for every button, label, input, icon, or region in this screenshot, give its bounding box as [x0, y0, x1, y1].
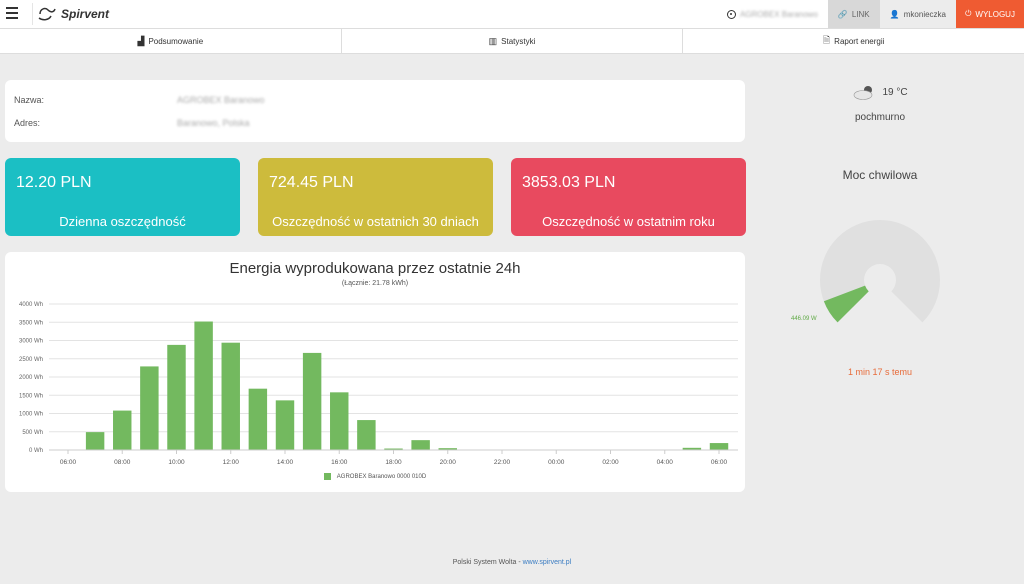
logout-label: WYLOGUJ: [975, 9, 1015, 19]
stat-label: Oszczędność w ostatnich 30 dniach: [272, 214, 479, 229]
logout-button[interactable]: ⏻ WYLOGUJ: [956, 0, 1024, 28]
bar-chart-icon: ▥: [488, 35, 498, 46]
stat-label: Dzienna oszczędność: [59, 214, 186, 229]
menu-icon[interactable]: [6, 7, 18, 21]
chart-bar: [85, 432, 105, 450]
tab-label: Podsumowanie: [148, 36, 204, 46]
daily-savings-card: 12.20 PLN Dzienna oszczędność: [5, 158, 240, 236]
x-tick-label: 02:00: [602, 459, 619, 466]
gauge-title: Moc chwilowa: [842, 168, 918, 182]
x-tick-label: 06:00: [711, 459, 728, 466]
footer: Polski System Wolta - www.spirvent.pl: [0, 559, 1024, 566]
station-name: AGROBEX Baranowo: [739, 9, 818, 19]
y-tick-label: 2500 Wh: [19, 357, 43, 363]
weather-description: pochmurno: [854, 112, 906, 123]
y-tick-label: 2000 Wh: [19, 375, 43, 381]
energy-bar-chart: 0 Wh 500 Wh 1000 Wh 1500 Wh 2000 Wh 2500 Wh 30…: [19, 302, 738, 466]
station-icon: [726, 9, 736, 19]
x-tick-label: 14:00: [277, 459, 294, 466]
chart-bar: [248, 388, 268, 450]
chart-bar: [275, 400, 295, 450]
station-info-card: Nazwa: AGROBEX Baranowo Adres: Baranowo,…: [5, 80, 745, 142]
yearly-savings-card: 3853.03 PLN Oszczędność w ostatnim roku: [511, 158, 746, 236]
address-label: Adres:: [14, 118, 41, 128]
tab-label: Raport energii: [834, 36, 885, 46]
stat-value: 12.20 PLN: [16, 174, 92, 191]
chart-bar: [357, 420, 376, 450]
energy-chart-card: Energia wyprodukowana przez ostatnie 24h…: [5, 252, 745, 492]
stat-label: Oszczędność w ostatnim roku: [542, 214, 715, 229]
x-tick-label: 12:00: [223, 459, 240, 466]
chart-bar: [113, 410, 132, 450]
logo[interactable]: Spirvent: [32, 3, 109, 25]
gauge-updated: 1 min 17 s temu: [847, 367, 913, 377]
y-tick-label: 3500 Wh: [19, 320, 43, 326]
power-icon: ⏻: [965, 9, 972, 18]
x-tick-label: 20:00: [440, 459, 457, 466]
x-tick-label: 22:00: [494, 459, 511, 466]
x-tick-label: 18:00: [385, 459, 402, 466]
x-tick-label: 04:00: [657, 459, 674, 466]
chart-bar: [302, 352, 322, 450]
monthly-savings-card: 724.45 PLN Oszczędność w ostatnich 30 dn…: [258, 158, 493, 236]
chart-bar: [411, 440, 430, 450]
tab-raport-energii[interactable]: 🗎 Raport energii: [683, 29, 1024, 53]
chart-bar: [167, 344, 186, 450]
x-tick-label: 16:00: [331, 459, 348, 466]
x-tick-label: 10:00: [168, 459, 185, 466]
link-icon: 🔗: [837, 9, 848, 19]
link-label: LINK: [851, 9, 870, 19]
legend-swatch: [323, 473, 331, 480]
x-tick-label: 06:00: [60, 459, 77, 466]
chart-legend[interactable]: AGROBEX Baranowo 0000 010D: [5, 473, 745, 480]
footer-link[interactable]: www.spirvent.pl: [523, 559, 572, 566]
footer-text: Polski System Wolta -: [452, 559, 523, 566]
gauge-value-label: 446.09 W: [791, 316, 817, 322]
x-tick-label: 00:00: [548, 459, 565, 466]
logo-icon: [38, 7, 56, 21]
legend-label: AGROBEX Baranowo 0000 010D: [336, 473, 427, 480]
user-label: mkonieczka: [903, 9, 946, 19]
chart-bar: [221, 342, 240, 450]
chart-bar: [194, 321, 213, 450]
chart-bar: [709, 443, 729, 450]
area-chart-icon: ▟: [137, 35, 145, 46]
logo-text: Spirvent: [61, 7, 110, 21]
station-selector[interactable]: AGROBEX Baranowo: [717, 0, 828, 28]
chart-bar: [330, 392, 349, 450]
y-tick-label: 0 Wh: [29, 448, 43, 454]
address-value: Baranowo, Polska: [177, 118, 250, 128]
y-tick-label: 1000 Wh: [19, 412, 43, 418]
y-tick-label: 4000 Wh: [19, 302, 43, 308]
stat-value: 3853.03 PLN: [522, 174, 616, 191]
stat-value: 724.45 PLN: [269, 174, 354, 191]
chart-bar: [140, 366, 159, 450]
name-value: AGROBEX Baranowo: [177, 95, 265, 105]
tab-bar: ▟ Podsumowanie ▥ Statystyki 🗎 Raport ene…: [0, 29, 1024, 54]
weather-widget: 19 °C pochmurno: [760, 80, 1000, 123]
user-button[interactable]: 👤 mkonieczka: [879, 0, 956, 28]
tab-podsumowanie[interactable]: ▟ Podsumowanie: [0, 29, 342, 53]
cloud-sun-icon: [854, 86, 873, 100]
y-tick-label: 500 Wh: [22, 430, 43, 436]
user-icon: 👤: [889, 9, 900, 19]
weather-temperature: 19 °C: [882, 86, 908, 98]
tab-statystyki[interactable]: ▥ Statystyki: [342, 29, 684, 53]
x-tick-label: 08:00: [114, 459, 131, 466]
y-tick-label: 1500 Wh: [19, 393, 43, 399]
tab-label: Statystyki: [501, 36, 536, 46]
name-label: Nazwa:: [14, 95, 45, 105]
top-bar: Spirvent AGROBEX Baranowo 🔗 LINK 👤 mkoni…: [0, 0, 1024, 29]
document-icon: 🗎: [822, 35, 831, 45]
link-button[interactable]: 🔗 LINK: [827, 0, 880, 28]
y-tick-label: 3000 Wh: [19, 339, 43, 345]
